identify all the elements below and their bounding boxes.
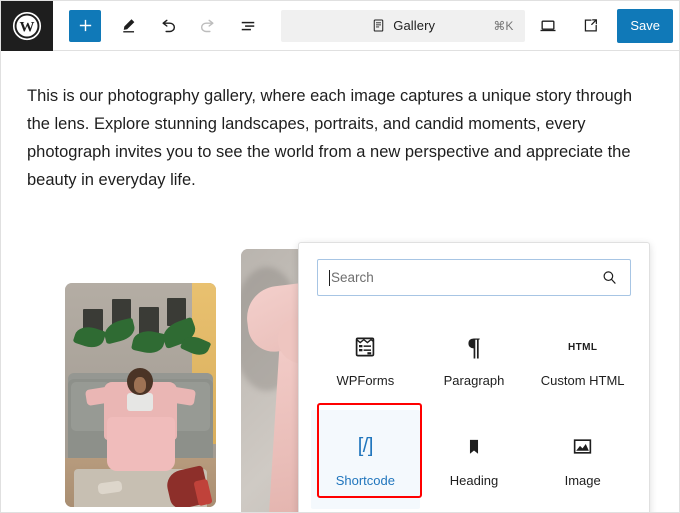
- inserter-search-area: [299, 243, 649, 306]
- pilcrow-icon: ¶: [467, 333, 481, 361]
- html-glyph-text: HTML: [567, 341, 598, 353]
- text-caret: [329, 269, 330, 286]
- block-tile-heading[interactable]: Heading: [420, 410, 529, 510]
- wpforms-icon: [350, 332, 380, 362]
- gallery-photo-1[interactable]: [65, 283, 216, 507]
- block-tile-image[interactable]: Image: [528, 410, 637, 510]
- command-bar-title: Gallery: [393, 18, 436, 33]
- block-tile-custom-html[interactable]: HTML Custom HTML: [528, 310, 637, 410]
- block-tile-label: Paragraph: [443, 373, 505, 389]
- heading-icon: [459, 432, 489, 462]
- list-view-icon: [241, 21, 255, 30]
- block-tile-wpforms[interactable]: WPForms: [311, 310, 420, 410]
- edit-tool-button[interactable]: [111, 9, 145, 43]
- search-button[interactable]: [600, 268, 619, 287]
- command-bar-shortcut: ⌘K: [493, 18, 514, 33]
- shortcode-glyph-text: [/]: [357, 435, 374, 458]
- pencil-icon: [122, 19, 134, 33]
- block-type-grid: WPForms ¶ Paragraph HTML Custom HTML [/]…: [299, 306, 649, 512]
- block-tile-label: WPForms: [336, 373, 395, 389]
- block-inserter-popover: WPForms ¶ Paragraph HTML Custom HTML: [298, 242, 650, 512]
- add-block-button[interactable]: [69, 9, 101, 42]
- wordpress-block-editor: W Gallery ⌘K Save This is our photograph…: [0, 0, 680, 513]
- block-tile-shortcode[interactable]: [/] Shortcode: [311, 409, 420, 509]
- preview-button[interactable]: [573, 9, 607, 43]
- view-device-button[interactable]: [531, 9, 565, 43]
- block-tile-label: Custom HTML: [540, 373, 625, 389]
- block-tile-label: Shortcode: [335, 472, 395, 488]
- search-input[interactable]: [331, 260, 600, 295]
- html-icon: HTML: [568, 332, 598, 362]
- block-tile-label: Heading: [449, 472, 499, 488]
- editor-canvas: This is our photography gallery, where e…: [1, 52, 679, 512]
- block-tile-paragraph[interactable]: ¶ Paragraph: [420, 310, 529, 410]
- editor-toolbar: W Gallery ⌘K Save: [1, 1, 679, 51]
- shortcode-icon: [/]: [350, 432, 380, 462]
- plus-icon: [79, 19, 91, 32]
- document-overview-button[interactable]: [231, 9, 265, 43]
- undo-button[interactable]: [151, 9, 185, 43]
- wordpress-logo-icon[interactable]: W: [1, 1, 53, 51]
- external-link-icon: [584, 19, 597, 32]
- image-icon: [568, 432, 598, 462]
- redo-button[interactable]: [191, 9, 225, 43]
- save-button[interactable]: Save: [617, 8, 673, 43]
- document-icon: [373, 19, 384, 32]
- photo-subject-pants: [107, 417, 176, 472]
- block-tile-label: Image: [564, 472, 601, 488]
- laptop-icon: [540, 19, 556, 31]
- toolbar-right-tools: Save: [525, 8, 679, 43]
- paragraph-block[interactable]: This is our photography gallery, where e…: [27, 82, 649, 194]
- redo-arrow-icon: [200, 19, 214, 32]
- search-box[interactable]: [317, 259, 631, 296]
- command-bar[interactable]: Gallery ⌘K: [281, 9, 526, 42]
- photo-plant-shelf: [72, 296, 211, 363]
- search-icon: [603, 271, 616, 284]
- undo-arrow-icon: [162, 19, 176, 32]
- svg-text:W: W: [20, 19, 35, 35]
